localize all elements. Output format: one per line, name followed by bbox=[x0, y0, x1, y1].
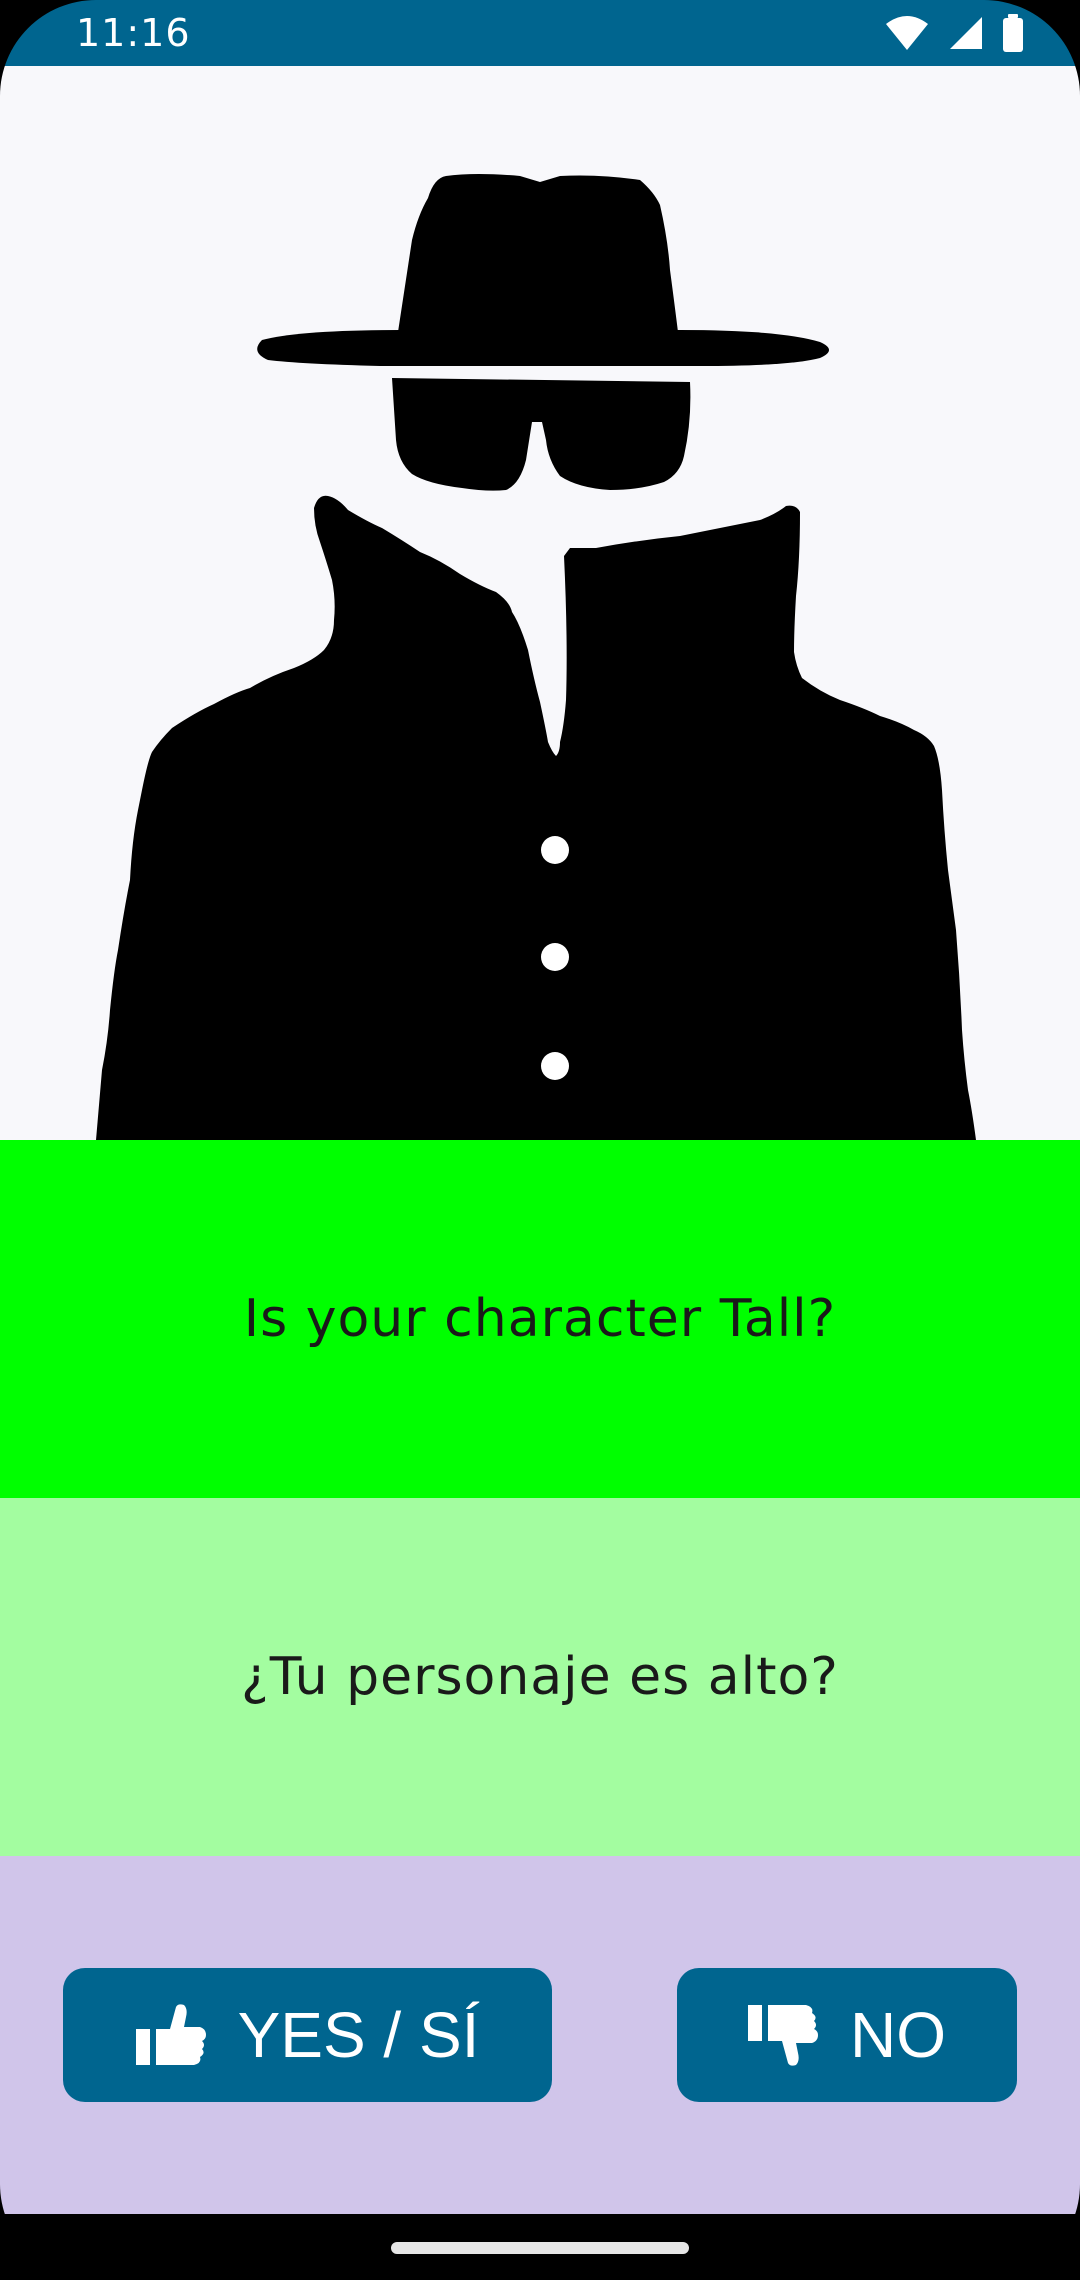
no-button[interactable]: NO bbox=[677, 1968, 1017, 2102]
answer-panel: YES / SÍ NO bbox=[0, 1856, 1080, 2214]
coat-button bbox=[541, 1052, 569, 1080]
question-english: Is your character Tall? bbox=[243, 1289, 837, 1349]
thumbs-down-icon bbox=[748, 2003, 820, 2067]
cell-signal-icon bbox=[948, 15, 984, 51]
thumbs-up-icon bbox=[135, 2003, 208, 2067]
wifi-icon bbox=[884, 14, 930, 52]
coat-button bbox=[541, 836, 569, 864]
battery-icon bbox=[1002, 14, 1024, 52]
character-silhouette-image bbox=[0, 66, 1080, 1140]
status-icons bbox=[884, 14, 1024, 52]
yes-button[interactable]: YES / SÍ bbox=[63, 1968, 552, 2102]
app-screen: 11:16 Is your character Tall? ¿Tu person… bbox=[0, 0, 1080, 2280]
coat-button bbox=[541, 943, 569, 971]
question-spanish-panel: ¿Tu personaje es alto? bbox=[0, 1498, 1080, 1856]
navigation-bar bbox=[0, 2214, 1080, 2280]
question-spanish: ¿Tu personaje es alto? bbox=[241, 1647, 839, 1707]
question-english-panel: Is your character Tall? bbox=[0, 1140, 1080, 1498]
home-gesture-handle[interactable] bbox=[391, 2242, 689, 2254]
status-time: 11:16 bbox=[76, 11, 191, 55]
no-button-label: NO bbox=[850, 1999, 946, 2071]
yes-button-label: YES / SÍ bbox=[237, 1999, 480, 2071]
status-bar: 11:16 bbox=[0, 0, 1080, 66]
